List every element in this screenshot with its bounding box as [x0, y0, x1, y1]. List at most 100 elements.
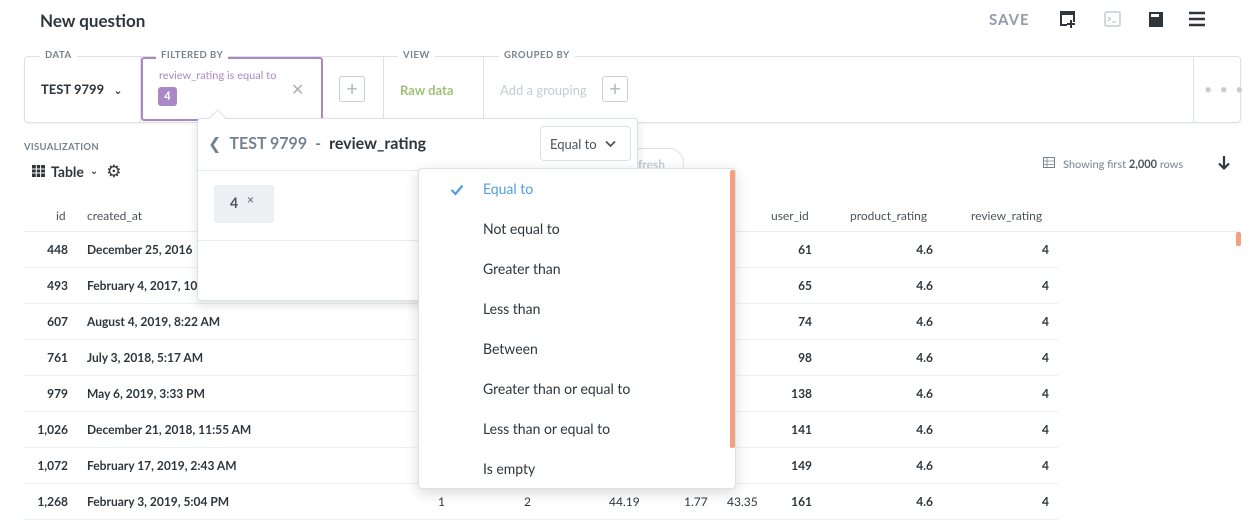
remove-filter-icon[interactable]: ✕: [291, 80, 304, 99]
visualization-type: Table: [51, 162, 84, 180]
dropdown-scrollbar[interactable]: [730, 170, 735, 448]
cell-review-rating[interactable]: 4: [1009, 350, 1049, 365]
cell-product-rating[interactable]: 4.6: [853, 494, 933, 509]
divider: [383, 57, 384, 122]
add-filter-button[interactable]: +: [339, 76, 365, 102]
add-to-dashboard-icon[interactable]: [1057, 8, 1079, 30]
plus-icon: +: [609, 77, 621, 101]
filter-description[interactable]: review_rating is equal to: [159, 69, 276, 82]
column-header-user-id[interactable]: user_id: [771, 208, 809, 223]
rows-info-count: 2,000: [1128, 157, 1158, 171]
visualization-select[interactable]: Table ⌄ ⚙: [32, 160, 122, 182]
cell-extra[interactable]: 1: [438, 494, 445, 509]
chevron-down-icon: [604, 140, 616, 147]
cell-product-rating[interactable]: 4.6: [853, 458, 933, 473]
cell-user-id[interactable]: 61: [752, 242, 812, 257]
cell-user-id[interactable]: 161: [752, 494, 812, 509]
popover-table-name[interactable]: TEST 9799: [229, 134, 307, 153]
view-select[interactable]: Raw data: [400, 82, 453, 98]
cell-id[interactable]: 1,268: [24, 494, 68, 509]
cell-product-rating[interactable]: 4.6: [853, 278, 933, 293]
popover-header: ❮ TEST 9799 - review_rating: [208, 134, 426, 153]
cell-review-rating[interactable]: 4: [1009, 278, 1049, 293]
add-grouping-button[interactable]: +: [602, 76, 628, 102]
filter-section-label: FILTERED BY: [156, 50, 229, 61]
operator-select[interactable]: Equal to: [540, 126, 631, 161]
cell-product-rating[interactable]: 4.6: [853, 242, 933, 257]
save-button[interactable]: SAVE: [989, 11, 1030, 29]
cell-created-at[interactable]: December 21, 2018, 11:55 AM: [87, 422, 251, 437]
operator-option-less-than-or-equal-to[interactable]: Less than or equal to: [483, 420, 610, 437]
operator-option-equal-to[interactable]: Equal to: [483, 180, 533, 197]
cell-extra[interactable]: 1.77: [684, 494, 708, 509]
table-icon: [1043, 157, 1055, 171]
back-chevron-icon[interactable]: ❮: [208, 134, 221, 153]
column-header-review-rating[interactable]: review_rating: [971, 208, 1042, 223]
cell-product-rating[interactable]: 4.6: [853, 314, 933, 329]
rows-info-prefix: Showing first: [1063, 157, 1129, 171]
operator-option-greater-than[interactable]: Greater than: [483, 260, 561, 277]
cell-extra[interactable]: 44.19: [609, 494, 640, 509]
plus-icon: +: [346, 77, 358, 101]
table-scrollbar[interactable]: [1236, 232, 1241, 246]
popover-field-name: review_rating: [329, 134, 427, 153]
operator-option-not-equal-to[interactable]: Not equal to: [483, 220, 560, 237]
cell-product-rating[interactable]: 4.6: [853, 350, 933, 365]
download-icon[interactable]: [1217, 155, 1231, 176]
cell-user-id[interactable]: 74: [752, 314, 812, 329]
operator-option-between[interactable]: Between: [483, 340, 538, 357]
cell-created-at[interactable]: February 4, 2017, 10: [87, 278, 197, 293]
cell-created-at[interactable]: July 3, 2018, 5:17 AM: [87, 350, 203, 365]
cell-created-at[interactable]: December 25, 2016: [87, 242, 192, 257]
cell-id[interactable]: 1,026: [24, 422, 68, 437]
cell-product-rating[interactable]: 4.6: [853, 386, 933, 401]
cell-user-id[interactable]: 138: [752, 386, 812, 401]
operator-option-is-empty[interactable]: Is empty: [483, 460, 535, 477]
sql-editor-icon[interactable]: [1101, 8, 1123, 30]
operator-option-greater-than-or-equal-to[interactable]: Greater than or equal to: [483, 380, 630, 397]
cell-extra[interactable]: 43.35: [727, 494, 758, 509]
cell-id[interactable]: 448: [24, 242, 68, 257]
data-source-label: TEST 9799: [41, 81, 105, 97]
data-source-select[interactable]: TEST 9799 ⌄: [41, 81, 123, 97]
cell-extra[interactable]: 2: [524, 494, 531, 509]
cell-review-rating[interactable]: 4: [1009, 314, 1049, 329]
operator-option-less-than[interactable]: Less than: [483, 300, 540, 317]
cell-id[interactable]: 761: [24, 350, 68, 365]
cell-id[interactable]: 493: [24, 278, 68, 293]
cell-id[interactable]: 1,072: [24, 458, 68, 473]
cell-id[interactable]: 607: [24, 314, 68, 329]
column-header-created-at[interactable]: created_at: [87, 208, 142, 223]
view-section-label: VIEW: [398, 50, 435, 61]
add-grouping-link[interactable]: Add a grouping: [500, 82, 587, 98]
cell-user-id[interactable]: 98: [752, 350, 812, 365]
menu-icon[interactable]: [1186, 8, 1208, 30]
column-header-id[interactable]: id: [56, 208, 66, 223]
cell-created-at[interactable]: August 4, 2019, 8:22 AM: [87, 314, 220, 329]
cell-user-id[interactable]: 141: [752, 422, 812, 437]
cell-id[interactable]: 979: [24, 386, 68, 401]
cell-review-rating[interactable]: 4: [1009, 422, 1049, 437]
divider: [198, 170, 420, 171]
filter-value-chip[interactable]: 4: [158, 87, 177, 106]
divider: [1193, 57, 1194, 122]
column-header-product-rating[interactable]: product_rating: [850, 208, 927, 223]
cell-review-rating[interactable]: 4: [1009, 458, 1049, 473]
cell-user-id[interactable]: 65: [752, 278, 812, 293]
filter-value-token[interactable]: 4 ×: [214, 185, 274, 223]
cell-review-rating[interactable]: 4: [1009, 386, 1049, 401]
group-section-label: GROUPED BY: [499, 50, 575, 61]
more-options-icon[interactable]: • • •: [1204, 80, 1246, 97]
cell-created-at[interactable]: February 3, 2019, 5:04 PM: [87, 494, 229, 509]
cell-created-at[interactable]: May 6, 2019, 3:33 PM: [87, 386, 205, 401]
cell-product-rating[interactable]: 4.6: [853, 422, 933, 437]
bookmark-icon[interactable]: [1145, 8, 1167, 30]
table-grid-icon: [32, 163, 45, 180]
cell-created-at[interactable]: February 17, 2019, 2:43 AM: [87, 458, 237, 473]
cell-user-id[interactable]: 149: [752, 458, 812, 473]
cell-review-rating[interactable]: 4: [1009, 494, 1049, 509]
cell-review-rating[interactable]: 4: [1009, 242, 1049, 257]
remove-value-icon[interactable]: ×: [247, 192, 254, 207]
gear-icon[interactable]: ⚙: [106, 160, 121, 182]
operator-selected-label: Equal to: [550, 135, 597, 152]
